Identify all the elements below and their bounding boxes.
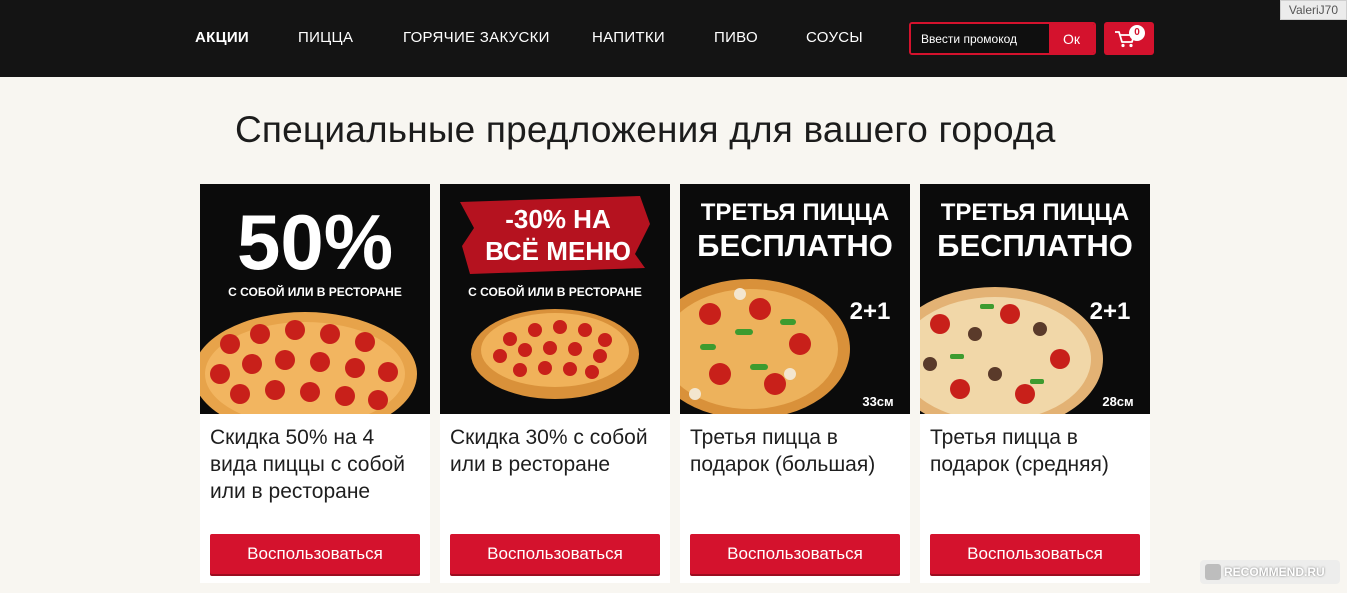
top-navigation-bar: АКЦИИ ПИЦЦА ГОРЯЧИЕ ЗАКУСКИ НАПИТКИ ПИВО… [0, 0, 1347, 77]
cart-count-badge: 0 [1129, 25, 1145, 41]
nav-item-pizza[interactable]: ПИЦЦА [298, 29, 353, 46]
pizza-size-text: 28см [1102, 394, 1133, 409]
banner-line-1: ТРЕТЬЯ ПИЦЦА [701, 199, 889, 226]
nav-item-beer[interactable]: ПИВО [714, 29, 758, 46]
promo-submit-button[interactable]: Ок [1049, 24, 1094, 53]
promo-card: -30% НА ВСЁ МЕНЮ С СОБОЙ ИЛИ В РЕСТОРАНЕ… [440, 184, 670, 583]
promo-card: 50% С СОБОЙ ИЛИ В РЕСТОРАНЕ Скидка 50% н… [200, 184, 430, 583]
use-offer-button[interactable]: Воспользоваться [450, 534, 660, 574]
use-offer-button[interactable]: Воспользоваться [210, 534, 420, 574]
promo-card-title: Скидка 30% с собой или в ресторане [450, 426, 648, 476]
promo-banner-image[interactable]: ТРЕТЬЯ ПИЦЦА БЕСПЛАТНО 2+1 28см [920, 184, 1150, 414]
nav-item-drinks[interactable]: НАПИТКИ [592, 29, 665, 46]
watermark-site: RECOMMEND.RU [1200, 560, 1340, 584]
promo-card-title: Скидка 50% на 4 вида пиццы с собой или в… [210, 426, 405, 503]
promo-card-title: Третья пицца в подарок (средняя) [930, 426, 1109, 476]
banner-small-text: С СОБОЙ ИЛИ В РЕСТОРАНЕ [228, 284, 402, 299]
banner-line-2: ВСЁ МЕНЮ [485, 236, 631, 266]
use-offer-button[interactable]: Воспользоваться [930, 534, 1140, 574]
promo-card: ТРЕТЬЯ ПИЦЦА БЕСПЛАТНО 2+1 28см Третья п… [920, 184, 1150, 583]
promo-banner-image[interactable]: -30% НА ВСЁ МЕНЮ С СОБОЙ ИЛИ В РЕСТОРАНЕ [440, 184, 670, 414]
banner-small-text: С СОБОЙ ИЛИ В РЕСТОРАНЕ [468, 284, 642, 299]
banner-line-1: -30% НА [505, 204, 611, 234]
promo-code-form: Ок [909, 22, 1096, 55]
banner-line-2: БЕСПЛАТНО [937, 228, 1133, 263]
promo-card: ТРЕТЬЯ ПИЦЦА БЕСПЛАТНО 2+1 33см Третья п… [680, 184, 910, 583]
pizza-banner-graphic: -30% НА ВСЁ МЕНЮ С СОБОЙ ИЛИ В РЕСТОРАНЕ [440, 184, 670, 414]
promo-card-title: Третья пицца в подарок (большая) [690, 426, 876, 476]
pizza-size-text: 33см [862, 394, 893, 409]
pizza-banner-graphic: ТРЕТЬЯ ПИЦЦА БЕСПЛАТНО 2+1 28см [920, 184, 1150, 414]
banner-line-2: БЕСПЛАТНО [697, 228, 893, 263]
promo-banner-image[interactable]: ТРЕТЬЯ ПИЦЦА БЕСПЛАТНО 2+1 33см [680, 184, 910, 414]
watermark-username: ValeriJ70 [1279, 0, 1347, 20]
promo-code-input[interactable] [911, 24, 1049, 53]
offer-text: 2+1 [1090, 298, 1131, 325]
offer-text: 2+1 [850, 298, 891, 325]
page-title: Специальные предложения для вашего город… [235, 109, 1056, 150]
recommend-logo-icon [1205, 564, 1221, 580]
banner-line-1: ТРЕТЬЯ ПИЦЦА [941, 199, 1129, 226]
cart-button[interactable]: 0 [1104, 22, 1154, 55]
watermark-site-text: RECOMMEND.RU [1224, 565, 1325, 579]
nav-item-promotions[interactable]: АКЦИИ [195, 29, 249, 46]
banner-big-text: 50% [237, 198, 393, 286]
promo-banner-image[interactable]: 50% С СОБОЙ ИЛИ В РЕСТОРАНЕ [200, 184, 430, 414]
pizza-banner-graphic: 50% С СОБОЙ ИЛИ В РЕСТОРАНЕ [200, 184, 430, 414]
nav-item-sauces[interactable]: СОУСЫ [806, 29, 863, 46]
use-offer-button[interactable]: Воспользоваться [690, 534, 900, 574]
nav-item-hot-snacks[interactable]: ГОРЯЧИЕ ЗАКУСКИ [403, 29, 550, 46]
pizza-banner-graphic: ТРЕТЬЯ ПИЦЦА БЕСПЛАТНО 2+1 33см [680, 184, 910, 414]
